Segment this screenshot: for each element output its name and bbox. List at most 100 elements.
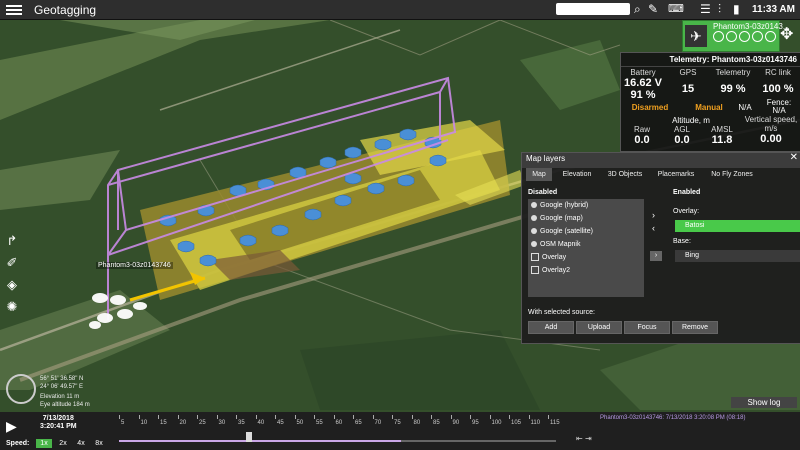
play-icon[interactable]: ▶ xyxy=(6,418,17,435)
step-forward-icon[interactable]: ⇥ xyxy=(585,434,592,443)
timeline-tick-label: 60 xyxy=(335,420,343,426)
overlay-item[interactable]: Batosi xyxy=(675,220,800,232)
focus-button[interactable]: Focus xyxy=(624,321,670,334)
agl-cell: AGL 0.0 xyxy=(673,125,690,146)
ruler-icon[interactable]: ✐ xyxy=(3,254,21,272)
menu-icon[interactable] xyxy=(6,3,22,16)
raw-cell: Raw 0.0 xyxy=(633,125,650,146)
timeline-tick xyxy=(489,415,491,419)
timeline-tick xyxy=(392,415,393,419)
keyboard-icon[interactable]: ⌨ xyxy=(668,2,684,15)
step-back-icon[interactable]: ⇤ xyxy=(576,434,583,443)
fence-cell: Fence: N/A xyxy=(766,98,792,115)
grid-icon xyxy=(531,266,539,275)
app-title: Geotagging xyxy=(34,3,97,17)
timeline-tick xyxy=(431,415,432,419)
list-item[interactable]: OSM Mapnik xyxy=(528,238,644,251)
timeline-tick-label: 90 xyxy=(452,420,460,426)
map-layers-panel: Map layers ✕ Map Elevation 3D Objects Pl… xyxy=(521,152,800,344)
drone-quad-icon[interactable]: ✥ xyxy=(780,24,793,44)
disabled-label: Disabled xyxy=(528,189,558,196)
move-right-icon[interactable]: › xyxy=(650,251,662,261)
telemetry-cell: Telemetry 99 % xyxy=(715,68,751,95)
tab-map[interactable]: Map xyxy=(526,168,552,181)
move-right-icon[interactable]: › xyxy=(652,210,655,220)
tab-3d-objects[interactable]: 3D Objects xyxy=(602,168,648,181)
speed-8x-button[interactable]: 8x xyxy=(92,439,106,448)
list-item[interactable]: Overlay2 xyxy=(528,264,644,277)
drone-map-label[interactable]: Phantom3-03z0143746 xyxy=(96,262,173,269)
sun-icon[interactable]: ✺ xyxy=(3,298,21,316)
timeline-tick-label: 100 xyxy=(491,420,502,426)
track-info: Phantom3-03z0143746: 7/13/2018 3:20:08 P… xyxy=(600,415,746,421)
list-item[interactable]: Google (map) xyxy=(528,212,644,225)
timeline-tick-label: 55 xyxy=(316,420,323,426)
compass-icon[interactable] xyxy=(6,374,36,404)
timeline-tick-label: 70 xyxy=(374,420,382,426)
gps-cell: GPS 15 xyxy=(679,68,697,95)
top-bar: Geotagging ⌕ ✎ ⌨ ☰ ⫶ ▮ 11:33 AM xyxy=(0,0,800,20)
rc-link-cell: RC link 100 % xyxy=(762,68,794,95)
speed-4x-button[interactable]: 4x xyxy=(74,439,88,448)
status-icon xyxy=(713,31,724,42)
speed-1x-button[interactable]: 1x xyxy=(36,439,52,448)
timeline-tick-label: 25 xyxy=(199,420,206,426)
enabled-label: Enabled xyxy=(673,189,701,196)
search-icon[interactable]: ⌕ xyxy=(634,2,641,17)
list-item[interactable]: Google (hybrid) xyxy=(528,199,644,212)
timeline-tick xyxy=(333,415,335,419)
drone-icon: ✈ xyxy=(685,25,707,47)
globe-icon xyxy=(531,241,537,248)
timestamp: 7/13/2018 3:20:41 PM xyxy=(40,415,77,430)
show-log-button[interactable]: Show log xyxy=(731,397,797,408)
timeline-controls: ⇤ ⇥ xyxy=(576,434,592,443)
route-icon[interactable]: ↱ xyxy=(3,232,21,250)
status-icon xyxy=(726,31,737,42)
timeline-tick xyxy=(275,415,276,419)
tab-placemarks[interactable]: Placemarks xyxy=(654,168,698,181)
timeline-tick xyxy=(119,415,120,419)
timeline-tick-label: 5 xyxy=(121,420,125,426)
drone-card[interactable]: ✈ Phantom3-03z0143... xyxy=(682,20,790,52)
left-toolbar: ↱ ✐ ◈ ✺ xyxy=(3,232,21,320)
timeline-tick-label: 105 xyxy=(511,420,522,426)
disabled-list: Google (hybrid) Google (map) Google (sat… xyxy=(528,199,644,297)
tab-elevation[interactable]: Elevation xyxy=(558,168,596,181)
layers-icon[interactable]: ◈ xyxy=(3,276,21,294)
timeline-tick-label: 65 xyxy=(355,420,362,426)
speed-label: Speed: xyxy=(6,440,30,447)
upload-button[interactable]: Upload xyxy=(576,321,622,334)
remove-button[interactable]: Remove xyxy=(672,321,718,334)
timeline-tick xyxy=(528,415,530,419)
close-icon[interactable]: ✕ xyxy=(790,152,798,163)
tab-no-fly-zones[interactable]: No Fly Zones xyxy=(704,168,760,181)
timeline-tick xyxy=(236,415,237,419)
timeline-tick xyxy=(197,415,198,419)
battery-percent: 91 % xyxy=(630,89,656,101)
base-item[interactable]: Bing xyxy=(675,250,800,262)
timeline-tick xyxy=(450,415,452,419)
search-input[interactable] xyxy=(556,3,630,15)
list-item[interactable]: Overlay xyxy=(528,251,644,264)
altitude-label: Altitude, m xyxy=(672,116,710,125)
timeline-tick-label: 80 xyxy=(413,420,421,426)
grid-icon xyxy=(531,253,539,262)
timeline-tick xyxy=(411,415,413,419)
telemetry-title: Telemetry: Phantom3-03z0143746 xyxy=(621,53,800,67)
timeline-tick-label: 75 xyxy=(394,420,401,426)
timeline-tick-label: 35 xyxy=(238,420,245,426)
list-icon[interactable]: ☰ xyxy=(700,2,711,16)
add-button[interactable]: Add xyxy=(528,321,574,334)
clock: 11:33 AM xyxy=(752,4,795,15)
move-left-icon[interactable]: ‹ xyxy=(652,223,655,233)
list-item[interactable]: Google (satellite) xyxy=(528,225,644,238)
timeline-handle[interactable] xyxy=(246,432,252,442)
battery-cell: Battery 16.62 V 91 % xyxy=(624,68,662,101)
manual-status: Manual xyxy=(695,103,723,112)
timeline-tick-label: 85 xyxy=(433,420,440,426)
mode-na: N/A xyxy=(738,103,752,112)
vertical-speed-cell: Vertical speed, m/s 0.00 xyxy=(744,115,798,145)
speed-2x-button[interactable]: 2x xyxy=(56,439,70,448)
timeline-track[interactable]: 5 10 15 20 25 30 35 40 45 50 55 60 65 70 75 80 85 90 95 100… xyxy=(102,414,572,440)
map-pin-icon[interactable]: ✎ xyxy=(648,2,658,16)
